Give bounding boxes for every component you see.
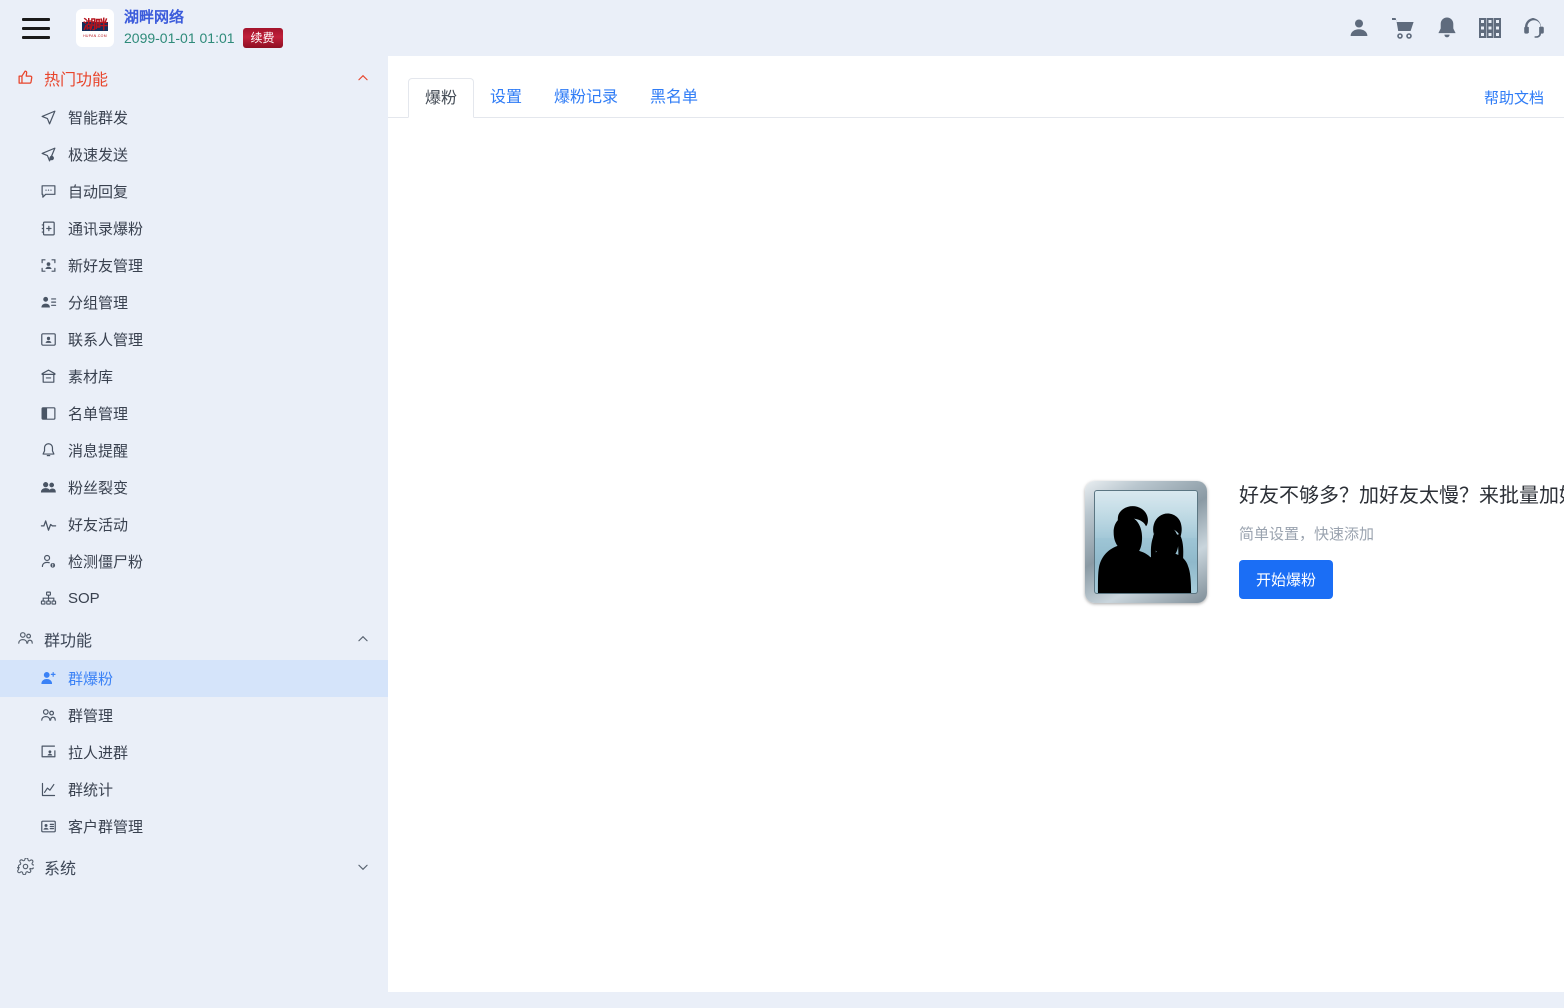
sidebar-item-label: 极速发送: [68, 144, 128, 165]
sidebar-item-customer-group-mgmt[interactable]: 客户群管理: [0, 808, 388, 845]
brand-name: 湖畔网络: [124, 8, 283, 26]
id-card-icon: [38, 818, 58, 835]
sidebar-item-message-alert[interactable]: 消息提醒: [0, 432, 388, 469]
start-boost-button[interactable]: 开始爆粉: [1239, 560, 1333, 599]
contact-card-icon: [38, 331, 58, 348]
archive-icon: [38, 368, 58, 385]
hero-subtitle: 简单设置，快速添加: [1239, 523, 1564, 544]
hero-panel: 好友不够多？加好友太慢？来批量加好友吧！ 简单设置，快速添加 开始爆粉: [1085, 481, 1564, 603]
send-icon: [38, 109, 58, 126]
user-frame-icon: [38, 257, 58, 274]
sidebar-item-group-mgmt2[interactable]: 群管理: [0, 697, 388, 734]
sidebar-item-group-boost[interactable]: 群爆粉: [0, 660, 388, 697]
header-icon-group: [1347, 16, 1546, 40]
sidebar-item-fast-send[interactable]: 极速发送: [0, 136, 388, 173]
sidebar-item-group-statistics[interactable]: 群统计: [0, 771, 388, 808]
sidebar-group-hot-features[interactable]: 热门功能: [0, 56, 388, 99]
sidebar-item-fan-fission[interactable]: 粉丝裂变: [0, 469, 388, 506]
sidebar-item-label: 群统计: [68, 779, 113, 800]
sidebar-item-new-friend-mgmt[interactable]: 新好友管理: [0, 247, 388, 284]
sidebar-item-label: 群爆粉: [68, 668, 113, 689]
sitemap-icon: [38, 590, 58, 607]
sidebar-group-system[interactable]: 系统: [0, 845, 388, 888]
sidebar-item-list-mgmt[interactable]: 名单管理: [0, 395, 388, 432]
group-icon: [14, 630, 36, 647]
sidebar-item-label: 拉人进群: [68, 742, 128, 763]
cart-icon[interactable]: [1391, 16, 1416, 40]
sidebar-item-group-mgmt[interactable]: 分组管理: [0, 284, 388, 321]
user-list-icon: [38, 294, 58, 311]
sidebar-item-label: 名单管理: [68, 403, 128, 424]
user-plus-icon: [38, 670, 58, 687]
expiry-date: 2099-01-01 01:01: [124, 30, 235, 47]
bell-icon: [38, 442, 58, 459]
brand-logo-main: 湖畔: [83, 19, 107, 32]
bell-icon[interactable]: [1436, 16, 1458, 40]
sidebar-item-label: 通讯录爆粉: [68, 218, 143, 239]
sidebar-item-label: 分组管理: [68, 292, 128, 313]
sidebar-item-material-library[interactable]: 素材库: [0, 358, 388, 395]
tab-boost[interactable]: 爆粉: [408, 78, 474, 118]
sidebar-item-pull-into-group[interactable]: 拉人进群: [0, 734, 388, 771]
sidebar-item-label: 消息提醒: [68, 440, 128, 461]
tab-blacklist[interactable]: 黑名单: [634, 78, 714, 118]
group-icon: [38, 707, 58, 724]
sidebar-item-contact-boost[interactable]: 通讯录爆粉: [0, 210, 388, 247]
hero-title: 好友不够多？加好友太慢？来批量加好友吧！: [1239, 481, 1564, 509]
sidebar-item-label: 新好友管理: [68, 255, 143, 276]
sidebar-item-label: 检测僵尸粉: [68, 551, 143, 572]
hamburger-icon[interactable]: [8, 0, 64, 56]
tab-bar: 爆粉 设置 爆粉记录 黑名单 帮助文档: [388, 56, 1564, 118]
brand: 湖畔 HUPAN.COM 湖畔网络 2099-01-01 01:01 续费: [76, 8, 283, 48]
help-doc-link[interactable]: 帮助文档: [1484, 87, 1544, 108]
sidebar-item-auto-reply[interactable]: 自动回复: [0, 173, 388, 210]
screen-user-icon: [38, 744, 58, 761]
sidebar-item-label: 客户群管理: [68, 816, 143, 837]
two-people-silhouette-icon: [1085, 481, 1207, 603]
brand-logo-sub: HUPAN.COM: [83, 34, 107, 38]
activity-pulse-icon: [38, 516, 58, 533]
chevron-down-icon[interactable]: [356, 860, 370, 874]
user-alert-icon: [38, 553, 58, 570]
sidebar-item-contact-mgmt[interactable]: 联系人管理: [0, 321, 388, 358]
sidebar-item-label: 粉丝裂变: [68, 477, 128, 498]
sidebar-item-label: SOP: [68, 590, 100, 607]
app-header: 湖畔 HUPAN.COM 湖畔网络 2099-01-01 01:01 续费: [0, 0, 1564, 56]
chevron-up-icon[interactable]: [356, 71, 370, 85]
gear-icon: [14, 858, 36, 875]
chart-line-icon: [38, 781, 58, 798]
tab-boost-records[interactable]: 爆粉记录: [538, 78, 634, 118]
sidebar-item-label: 群管理: [68, 705, 113, 726]
sidebar-item-label: 自动回复: [68, 181, 128, 202]
renew-button[interactable]: 续费: [243, 28, 283, 48]
list-panel-icon: [38, 405, 58, 422]
chevron-up-icon[interactable]: [356, 632, 370, 646]
users-icon: [38, 479, 58, 496]
sidebar-item-sop[interactable]: SOP: [0, 580, 388, 617]
sidebar-group-group-features[interactable]: 群功能: [0, 617, 388, 660]
headset-icon[interactable]: [1522, 16, 1546, 40]
tab-settings[interactable]: 设置: [474, 78, 538, 118]
chat-bubble-icon: [38, 183, 58, 200]
sidebar-item-label: 联系人管理: [68, 329, 143, 350]
user-icon[interactable]: [1347, 16, 1371, 40]
sidebar-item-label: 好友活动: [68, 514, 128, 535]
sidebar-item-smart-mass-send[interactable]: 智能群发: [0, 99, 388, 136]
sidebar-item-detect-zombie-fans[interactable]: 检测僵尸粉: [0, 543, 388, 580]
brand-logo-icon: 湖畔 HUPAN.COM: [76, 9, 114, 47]
sidebar-item-friend-activity[interactable]: 好友活动: [0, 506, 388, 543]
sidebar-item-label: 智能群发: [68, 107, 128, 128]
sidebar: 热门功能 智能群发 极速发送 自动回复 通讯录爆粉 新好友管理 分组管理 联系人…: [0, 56, 388, 1008]
sidebar-group-label: 系统: [44, 855, 76, 879]
thumbs-up-icon: [14, 69, 36, 86]
fast-send-icon: [38, 146, 58, 163]
main-content: 爆粉 设置 爆粉记录 黑名单 帮助文档: [388, 56, 1564, 992]
sidebar-group-label: 热门功能: [44, 66, 108, 90]
apps-grid-icon[interactable]: [1478, 16, 1502, 40]
sidebar-item-label: 素材库: [68, 366, 113, 387]
contact-book-icon: [38, 220, 58, 237]
sidebar-group-label: 群功能: [44, 627, 92, 651]
